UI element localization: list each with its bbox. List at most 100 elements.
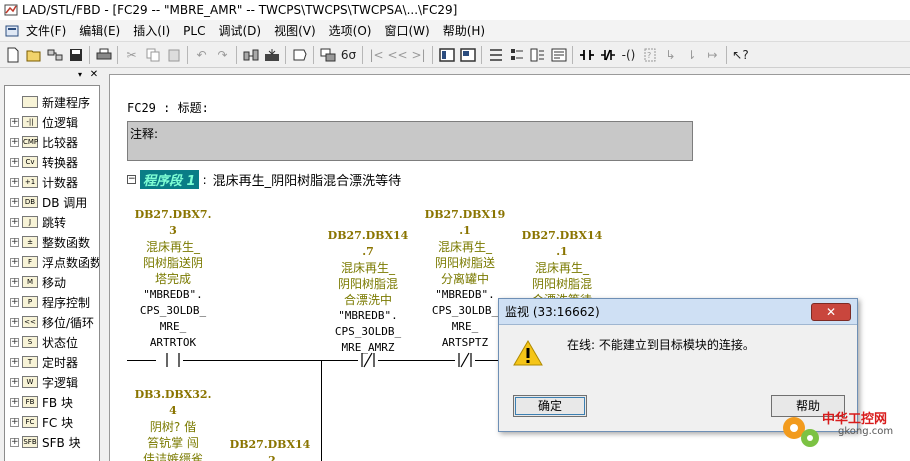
tree-item[interactable]: + DB DB 调用: [5, 192, 87, 212]
expand-icon[interactable]: +: [10, 417, 19, 427]
expand-icon[interactable]: +: [10, 297, 19, 307]
next-icon[interactable]: >|: [408, 44, 429, 65]
network-colon: :: [202, 172, 207, 187]
nc-contact-icon[interactable]: [597, 44, 618, 65]
jump-end-icon[interactable]: <<: [387, 44, 408, 65]
empty-box-icon[interactable]: ?: [639, 44, 660, 65]
context-help-icon[interactable]: ↖?: [730, 44, 751, 65]
accessible-nodes-icon[interactable]: [44, 44, 65, 65]
network-title[interactable]: 混床再生_阴阳树脂混合漂洗等待: [213, 170, 402, 189]
download-icon[interactable]: [261, 44, 282, 65]
expand-icon[interactable]: +: [10, 397, 19, 407]
ladder-contact[interactable]: DB27.DBX14 .7 混床再生_ 阴阳树脂混 合漂洗中 "MBREDB". CPS_3…: [323, 228, 413, 356]
copy-icon[interactable]: [142, 44, 163, 65]
expand-icon[interactable]: +: [10, 437, 19, 447]
redo-icon[interactable]: ↷: [212, 44, 233, 65]
ok-button[interactable]: 确定: [513, 395, 587, 417]
menu-file[interactable]: 文件(F): [26, 22, 66, 39]
expand-icon[interactable]: +: [10, 277, 19, 287]
overview-icon[interactable]: [436, 44, 457, 65]
paste-icon[interactable]: [163, 44, 184, 65]
menu-plc[interactable]: PLC: [183, 24, 205, 38]
save-icon[interactable]: [65, 44, 86, 65]
coil-icon[interactable]: -(): [618, 44, 639, 65]
menu-options[interactable]: 选项(O): [329, 22, 372, 39]
tree-item[interactable]: + +1 计数器: [5, 172, 78, 192]
ladder-contact[interactable]: DB27.DBX7. 3 混床再生_ 阳树脂送阴 塔完成 "MBREDB". CPS_3OL…: [128, 207, 218, 351]
system-menu-icon[interactable]: [4, 24, 20, 38]
menu-debug[interactable]: 调试(D): [218, 22, 261, 39]
detail-view-icon[interactable]: [457, 44, 478, 65]
menu-insert[interactable]: 插入(I): [133, 22, 170, 39]
tree-item-label: 计数器: [42, 175, 79, 190]
tree-item[interactable]: + ± 整数函数: [5, 232, 90, 252]
expand-icon[interactable]: +: [10, 157, 19, 167]
tree-item[interactable]: + FC FC 块: [5, 412, 73, 432]
expand-icon[interactable]: +: [10, 317, 19, 327]
tree-item[interactable]: + SFB SFB 块: [5, 432, 81, 452]
tree-item[interactable]: + J 跳转: [5, 212, 66, 232]
expand-icon[interactable]: +: [10, 377, 19, 387]
tree-item[interactable]: + FB FB 块: [5, 392, 73, 412]
tree-item[interactable]: + << 移位/循环: [5, 312, 94, 332]
tree-item[interactable]: 新建程序: [5, 92, 90, 112]
tree-item[interactable]: + -|| 位逻辑: [5, 112, 78, 132]
expand-icon[interactable]: +: [10, 137, 19, 147]
tree-item[interactable]: + Cv 转换器: [5, 152, 78, 172]
monitor-glasses-icon[interactable]: 6σ: [338, 44, 359, 65]
open-branch-icon[interactable]: ↳: [660, 44, 681, 65]
dialog-close-button[interactable]: ✕: [811, 303, 851, 321]
nc-contact-symbol[interactable]: [358, 352, 378, 371]
tree-item[interactable]: + CMP 比较器: [5, 132, 78, 152]
expand-icon[interactable]: +: [10, 117, 19, 127]
comment-view-icon[interactable]: [548, 44, 569, 65]
no-contact-symbol[interactable]: [163, 352, 183, 371]
tree-item[interactable]: + P 程序控制: [5, 292, 90, 312]
close-branch-icon[interactable]: ⇂: [681, 44, 702, 65]
network-label[interactable]: 程序段 1: [140, 170, 199, 189]
tree-item[interactable]: + F 浮点数函数: [5, 252, 99, 272]
tree-item[interactable]: + W 字逻辑: [5, 372, 78, 392]
expand-icon[interactable]: +: [10, 217, 19, 227]
network-collapse-icon[interactable]: −: [127, 175, 136, 184]
cut-icon[interactable]: ✂: [121, 44, 142, 65]
undo-icon[interactable]: ↶: [191, 44, 212, 65]
open-block-icon[interactable]: [289, 44, 310, 65]
new-file-icon[interactable]: [2, 44, 23, 65]
menu-window[interactable]: 窗口(W): [384, 22, 429, 39]
expand-icon[interactable]: +: [10, 257, 19, 267]
contact-comment: 笞钪掌 闯: [147, 436, 199, 450]
expand-icon[interactable]: +: [10, 197, 19, 207]
menu-view[interactable]: 视图(V): [274, 22, 316, 39]
address-view-icon[interactable]: [506, 44, 527, 65]
block-title[interactable]: FC29 : 标题:: [127, 99, 209, 116]
menu-help[interactable]: 帮助(H): [443, 22, 485, 39]
print-icon[interactable]: [93, 44, 114, 65]
online-icon[interactable]: [240, 44, 261, 65]
open-folder-icon[interactable]: [23, 44, 44, 65]
network-icon[interactable]: [485, 44, 506, 65]
menu-edit[interactable]: 编辑(E): [79, 22, 120, 39]
pane-close-icon[interactable]: ✕: [89, 70, 99, 80]
symbol-view-icon[interactable]: [527, 44, 548, 65]
pane-dropdown-icon[interactable]: ▾: [78, 71, 86, 79]
ladder-contact[interactable]: DB27.DBX19 .1 混床再生_ 阴阳树脂送 分离罐中 "MBREDB". CPS_3…: [420, 207, 510, 351]
toolbar-separator: [285, 45, 286, 64]
nc-contact-symbol[interactable]: [455, 352, 475, 371]
tree-item[interactable]: + M 移动: [5, 272, 66, 292]
expand-icon[interactable]: +: [10, 357, 19, 367]
tree-item[interactable]: + T 定时器: [5, 352, 78, 372]
block-comment-box[interactable]: 注释:: [127, 121, 693, 161]
ladder-contact[interactable]: DB3.DBX32. 4 阴树? 偕笞钪掌 闯佳诘嫉缰雀: [128, 387, 218, 461]
monitor-icon[interactable]: [317, 44, 338, 65]
tree-item[interactable]: + S 状态位: [5, 332, 78, 352]
expand-icon[interactable]: +: [10, 337, 19, 347]
tree-item-label: DB 调用: [42, 195, 88, 210]
no-contact-icon[interactable]: [576, 44, 597, 65]
ladder-contact[interactable]: DB27.DBX14 .2: [225, 437, 315, 461]
expand-icon[interactable]: +: [10, 177, 19, 187]
expand-icon[interactable]: +: [10, 237, 19, 247]
jump-start-icon[interactable]: |<: [366, 44, 387, 65]
tree-item-label: 跳转: [42, 215, 67, 230]
connection-icon[interactable]: ↦: [702, 44, 723, 65]
